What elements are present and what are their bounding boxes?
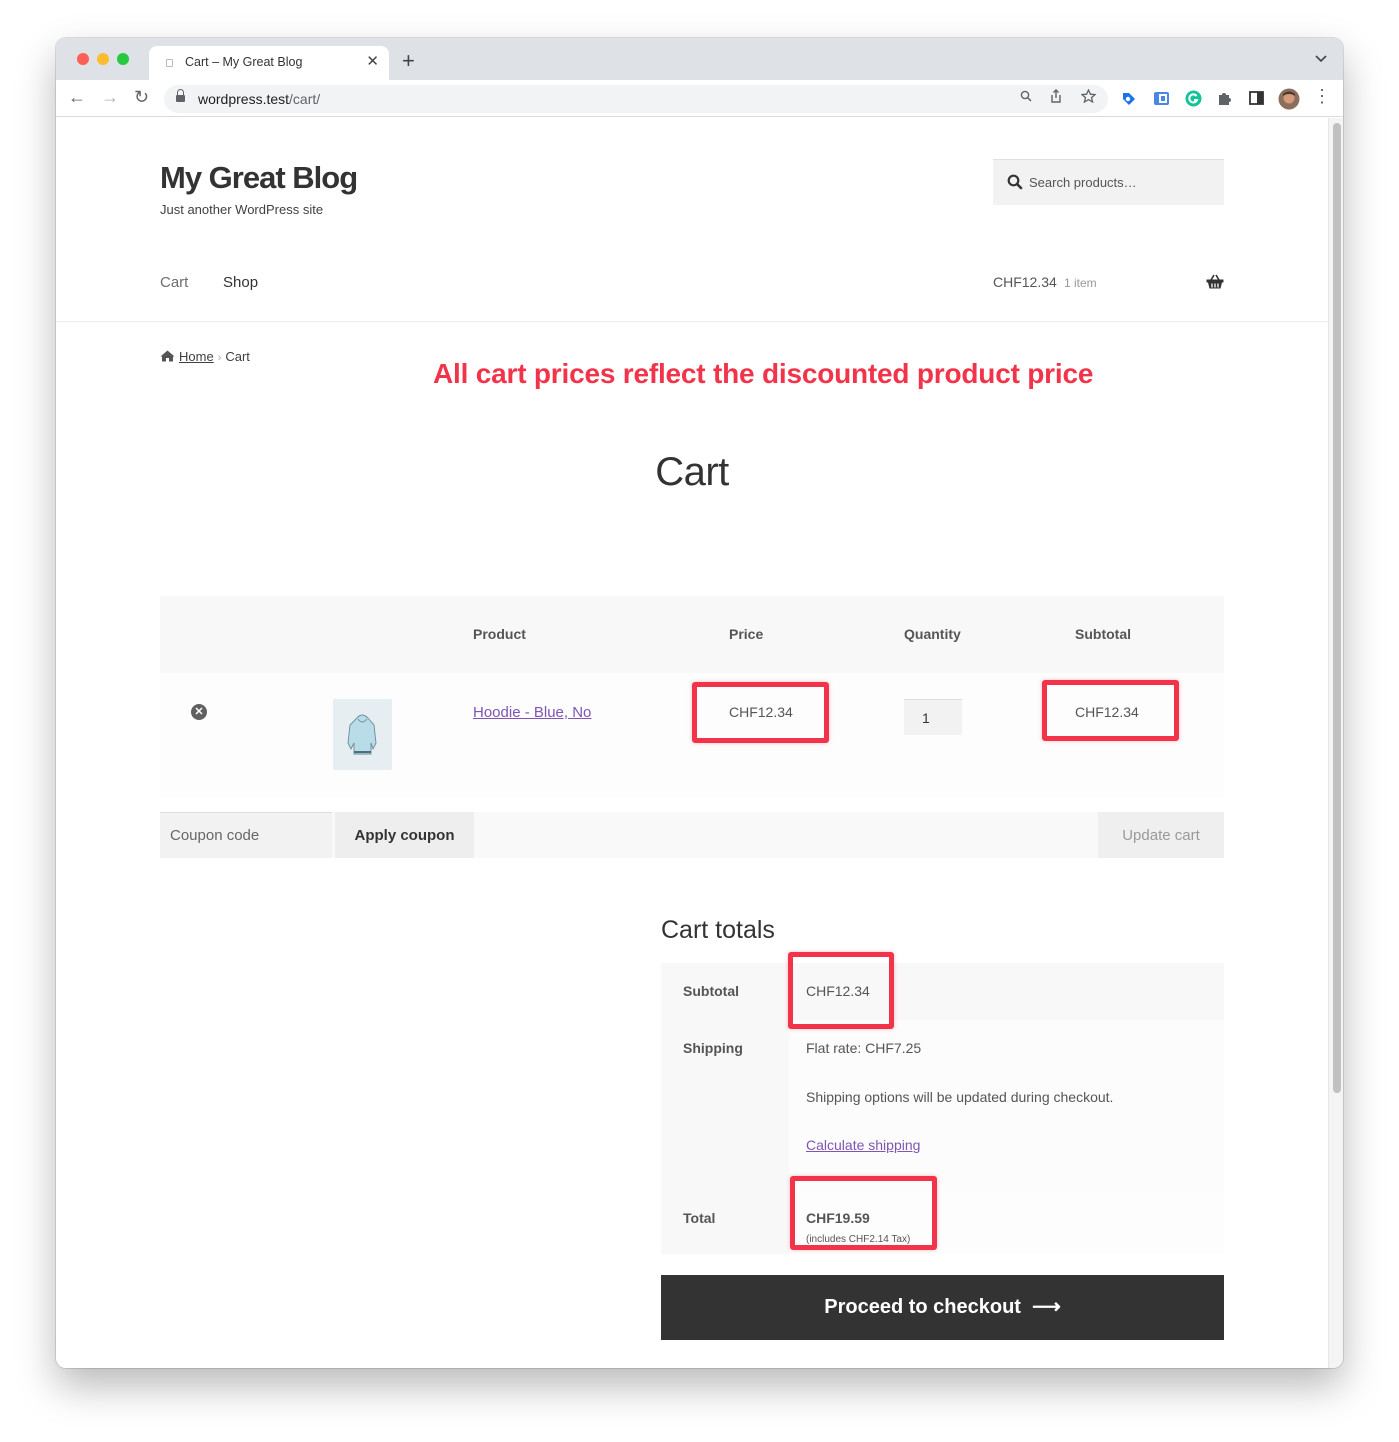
grammarly-icon[interactable] <box>1185 90 1202 110</box>
cart-totals-title: Cart totals <box>661 916 775 944</box>
vertical-scrollbar[interactable] <box>1328 118 1343 1368</box>
address-bar[interactable]: wordpress.test/cart/ <box>164 85 1108 113</box>
nav-item-cart[interactable]: Cart <box>160 274 188 291</box>
back-button[interactable]: ← <box>68 87 86 108</box>
tab-cart[interactable]: Cart – My Great Blog ✕ <box>149 46 389 80</box>
extension-tag-icon[interactable] <box>1121 91 1137 110</box>
breadcrumb: Home › Cart <box>160 349 250 364</box>
minimize-window-button[interactable] <box>97 53 109 65</box>
mini-cart-amount[interactable]: CHF12.34 <box>993 274 1057 290</box>
profile-avatar[interactable] <box>1278 88 1300 113</box>
subtotal-highlight-box <box>1042 680 1179 741</box>
header-divider <box>56 321 1328 322</box>
lock-icon <box>176 89 185 104</box>
coupon-code-input[interactable] <box>160 812 332 858</box>
site-tagline: Just another WordPress site <box>160 202 324 217</box>
product-name-link[interactable]: Hoodie - Blue, No <box>473 704 591 721</box>
column-header-product: Product <box>473 626 526 642</box>
cart-actions: Apply coupon Update cart <box>160 812 1224 858</box>
share-icon[interactable] <box>1050 89 1062 106</box>
search-icon <box>1007 174 1023 190</box>
breadcrumb-separator: › <box>217 352 222 364</box>
breadcrumb-home-link[interactable]: Home <box>179 349 214 364</box>
cart-totals-table: Subtotal CHF12.34 Shipping Flat rate: CH… <box>661 963 1224 1254</box>
reload-button[interactable]: ↻ <box>134 87 149 108</box>
remove-item-icon[interactable]: ✕ <box>191 704 207 720</box>
scrollbar-thumb[interactable] <box>1333 123 1341 1093</box>
column-header-quantity: Quantity <box>904 626 961 642</box>
basket-icon[interactable] <box>1206 274 1224 289</box>
browser-window: Cart – My Great Blog ✕ + ← → ↻ wordpress… <box>56 38 1343 1368</box>
side-panel-icon[interactable] <box>1249 91 1264 108</box>
column-header-price: Price <box>729 626 764 642</box>
shipping-label: Shipping <box>683 1040 743 1056</box>
maximize-window-button[interactable] <box>117 53 129 65</box>
total-highlight-box <box>790 1176 937 1250</box>
totals-subtotal-highlight-box <box>788 952 894 1029</box>
product-thumbnail[interactable] <box>333 699 392 770</box>
zoom-search-icon[interactable] <box>1020 89 1032 105</box>
page-favicon-icon <box>166 59 173 67</box>
total-label: Total <box>683 1210 716 1226</box>
column-header-subtotal: Subtotal <box>1075 626 1131 642</box>
price-highlight-box <box>692 682 829 743</box>
url-host: wordpress.test <box>198 91 290 107</box>
arrow-right-icon: ⟶ <box>1032 1296 1061 1318</box>
tab-search-chevron-icon[interactable] <box>1315 52 1327 66</box>
url-text[interactable]: wordpress.test/cart/ <box>198 91 320 107</box>
label-column <box>661 1192 789 1254</box>
chrome-menu-icon[interactable]: ⋮ <box>1313 86 1331 107</box>
proceed-to-checkout-button[interactable]: Proceed to checkout ⟶ <box>661 1275 1224 1340</box>
new-tab-button[interactable]: + <box>402 48 415 74</box>
subtotal-label: Subtotal <box>683 983 739 999</box>
page-title: Cart <box>655 450 729 494</box>
tab-close-icon[interactable]: ✕ <box>366 52 379 70</box>
tab-title: Cart – My Great Blog <box>185 55 303 69</box>
totals-row-shipping: Shipping Flat rate: CHF7.25 Shipping opt… <box>661 1020 1224 1192</box>
tab-strip: Cart – My Great Blog ✕ + <box>56 38 1343 80</box>
site-title[interactable]: My Great Blog <box>160 160 358 196</box>
quantity-input[interactable] <box>904 699 962 735</box>
bookmark-star-icon[interactable] <box>1080 88 1097 106</box>
shipping-note: Shipping options will be updated during … <box>806 1089 1114 1105</box>
breadcrumb-current: Cart <box>225 349 250 364</box>
cart-table-header: Product Price Quantity Subtotal <box>160 596 1224 673</box>
product-search-field[interactable]: Search products… <box>993 159 1224 205</box>
totals-row-total: Total CHF19.59 (includes CHF2.14 Tax) <box>661 1192 1224 1254</box>
mini-cart-count[interactable]: 1 item <box>1064 276 1097 290</box>
search-placeholder: Search products… <box>1029 175 1137 190</box>
totals-row-subtotal: Subtotal CHF12.34 <box>661 963 1224 1020</box>
checkout-label: Proceed to checkout <box>824 1296 1021 1318</box>
annotation-text: All cart prices reflect the discounted p… <box>433 358 1094 389</box>
page-content: My Great Blog Just another WordPress sit… <box>56 118 1328 1368</box>
nav-item-shop[interactable]: Shop <box>223 274 258 291</box>
home-icon <box>160 350 175 362</box>
extension-reader-icon[interactable] <box>1153 91 1170 109</box>
extensions-puzzle-icon[interactable] <box>1217 91 1232 109</box>
browser-toolbar: ← → ↻ wordpress.test/cart/ ⋮ <box>56 80 1343 117</box>
url-path: /cart/ <box>289 91 321 107</box>
shipping-method: Flat rate: CHF7.25 <box>806 1040 922 1056</box>
forward-button[interactable]: → <box>101 87 119 108</box>
update-cart-button[interactable]: Update cart <box>1098 812 1224 858</box>
apply-coupon-button[interactable]: Apply coupon <box>335 812 474 858</box>
calculate-shipping-link[interactable]: Calculate shipping <box>806 1137 920 1153</box>
close-window-button[interactable] <box>77 53 89 65</box>
